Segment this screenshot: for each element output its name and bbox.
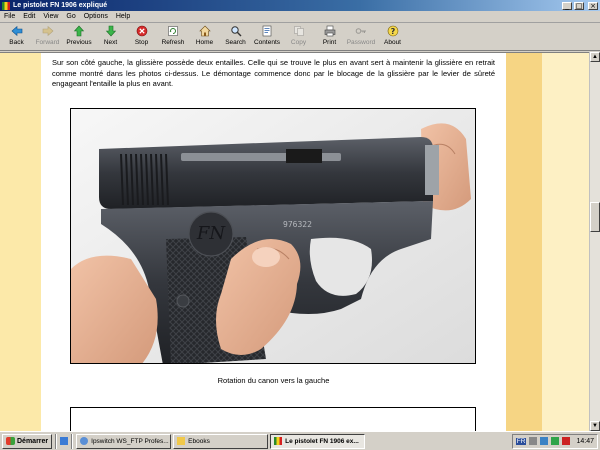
down-arrow-icon [105,25,117,37]
quick-launch-icon[interactable] [60,437,69,445]
key-icon [355,25,367,37]
search-icon [230,25,242,37]
taskbar-separator [71,433,74,449]
clock[interactable]: 14:47 [576,438,594,445]
tray-icon-app[interactable] [540,437,549,445]
print-button[interactable]: Print [314,23,345,50]
refresh-button[interactable]: Refresh [157,23,189,50]
stop-button[interactable]: Stop [126,23,157,50]
page-body: Sur son côté gauche, la glissière possèd… [41,53,506,431]
tray-icon-alert[interactable] [562,437,571,445]
svg-text:FN: FN [196,223,226,244]
up-arrow-icon [73,25,85,37]
menu-options[interactable]: Options [80,13,112,20]
menu-edit[interactable]: Edit [19,13,39,20]
minimize-button[interactable]: _ [562,1,572,10]
vertical-scrollbar[interactable]: ▲ ▼ [589,52,600,431]
photo-caption: Rotation du canon vers la gauche [217,376,330,385]
copy-button[interactable]: Copy [283,23,314,50]
search-button[interactable]: Search [220,23,251,50]
title-bar[interactable]: Le pistolet FN 1906 expliqué _ □ × [0,0,600,11]
forward-arrow-icon [42,25,54,37]
help-book-icon [274,437,283,445]
scroll-down-arrow-icon[interactable]: ▼ [590,421,600,431]
content-area[interactable]: Sur son côté gauche, la glissière possèd… [0,52,589,431]
right-outer-band [542,53,589,431]
taskbar-separator [55,433,58,449]
start-button[interactable]: Démarrer [2,433,53,449]
close-button[interactable]: × [588,1,598,10]
menu-help[interactable]: Help [112,13,134,20]
taskbar: Démarrer Ipswitch WS_FTP Profes... Ebook… [0,431,600,450]
tray-icon-status[interactable] [551,437,560,445]
start-label: Démarrer [17,437,49,445]
folder-icon [177,437,186,445]
home-icon [198,25,211,37]
scroll-thumb[interactable] [590,202,600,232]
pistol-photo: FN 976322 [70,108,476,364]
next-photo-frame [70,407,476,431]
menu-go[interactable]: Go [62,13,79,20]
home-button[interactable]: Home [189,23,220,50]
next-button[interactable]: Next [95,23,126,50]
body-paragraph: Sur son côté gauche, la glissière possèd… [52,58,495,88]
windows-logo-icon [6,437,15,445]
task-ebooks[interactable]: Ebooks [173,433,269,449]
right-margin-band [506,53,542,431]
photo-serial-number: 976322 [283,220,312,229]
system-tray: FR 14:47 [511,433,598,449]
about-icon: ? [387,25,399,37]
forward-button[interactable]: Forward [32,23,63,50]
refresh-icon [167,25,179,37]
quick-launch [60,437,69,445]
back-button[interactable]: Back [1,23,32,50]
copy-icon [293,25,305,37]
ftp-app-icon [80,437,89,445]
browser-window: Le pistolet FN 1906 expliqué _ □ × File … [0,0,600,450]
contents-button[interactable]: Contents [251,23,283,50]
app-icon [2,1,10,10]
toolbar: Back Forward Previous Next Stop Refresh … [0,23,600,51]
contents-icon [261,25,273,37]
task-ws-ftp[interactable]: Ipswitch WS_FTP Profes... [76,433,172,449]
back-arrow-icon [11,25,23,37]
password-button[interactable]: Password [345,23,377,50]
language-indicator[interactable]: FR [515,437,527,445]
maximize-button[interactable]: □ [574,1,584,10]
scroll-up-arrow-icon[interactable]: ▲ [590,52,600,62]
print-icon [324,25,336,37]
task-pistolet-fn-1906[interactable]: Le pistolet FN 1906 ex... [270,433,366,449]
left-margin-band [0,53,41,431]
window-title: Le pistolet FN 1906 expliqué [13,2,108,9]
menu-file[interactable]: File [0,13,19,20]
menu-view[interactable]: View [39,13,62,20]
previous-button[interactable]: Previous [63,23,95,50]
menu-bar: File Edit View Go Options Help [0,11,600,23]
stop-icon [136,25,148,37]
svg-text:?: ? [390,27,395,36]
about-button[interactable]: ? About [377,23,408,50]
tray-icon-network[interactable] [529,437,538,445]
